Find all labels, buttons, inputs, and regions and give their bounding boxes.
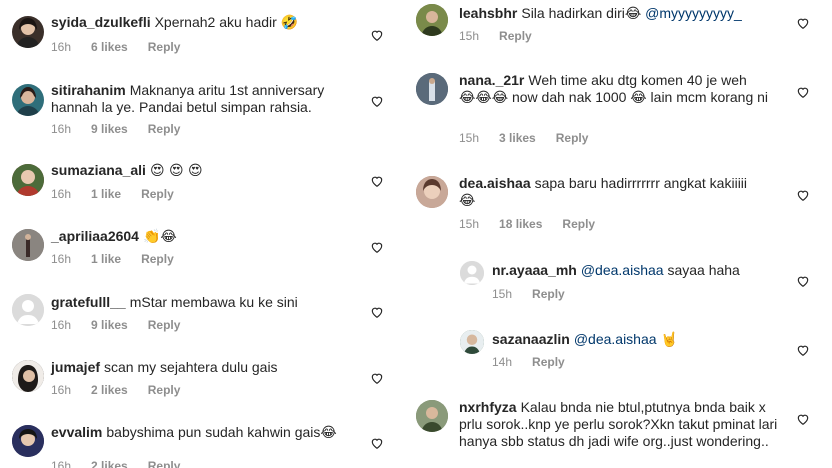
emoji: 🤘 <box>660 332 678 348</box>
timestamp: 16h <box>51 383 72 397</box>
likes-count[interactable]: 1 like <box>91 252 121 266</box>
username[interactable]: nana._21r <box>459 72 524 88</box>
username[interactable]: sumaziana_ali <box>51 162 146 178</box>
comment-text: Weh time aku dtg komen 40 je weh <box>528 72 747 88</box>
emoji: 😂 <box>630 90 647 106</box>
mention-link[interactable]: @dea.aishaa <box>574 331 657 347</box>
reply-button[interactable]: Reply <box>499 29 532 43</box>
avatar[interactable] <box>460 261 484 285</box>
comments-column-left: syida_dzulkefli Xpernah2 aku hadir 🤣 16h 6… <box>0 0 416 468</box>
emoji: 🤣 <box>280 15 299 31</box>
avatar[interactable] <box>12 84 44 116</box>
timestamp: 15h <box>459 217 480 231</box>
heart-icon[interactable] <box>370 240 384 254</box>
username[interactable]: leahsbhr <box>459 5 517 21</box>
heart-icon[interactable] <box>370 28 384 42</box>
likes-count[interactable]: 3 likes <box>499 131 536 145</box>
heart-icon[interactable] <box>370 94 384 108</box>
timestamp: 16h <box>51 252 72 266</box>
avatar[interactable] <box>12 294 44 326</box>
heart-icon[interactable] <box>370 174 384 188</box>
heart-icon[interactable] <box>370 371 384 385</box>
comment-text: babyshima pun sudah kahwin gais <box>106 424 321 440</box>
heart-icon[interactable] <box>370 305 384 319</box>
avatar[interactable] <box>416 73 448 105</box>
comment-text: scan my sejahtera dulu gais <box>104 359 278 375</box>
timestamp: 15h <box>492 287 513 301</box>
heart-icon[interactable] <box>796 412 810 426</box>
reply-button[interactable]: Reply <box>148 318 181 332</box>
timestamp: 15h <box>459 29 480 43</box>
reply-button[interactable]: Reply <box>148 459 181 468</box>
likes-count[interactable]: 1 like <box>91 187 121 201</box>
reply-button[interactable]: Reply <box>141 187 174 201</box>
comment-text: mStar membawa ku ke sini <box>129 294 298 310</box>
comment-text: sayaa haha <box>667 262 740 278</box>
emoji: 👏😂 <box>142 229 177 245</box>
likes-count[interactable]: 18 likes <box>499 217 542 231</box>
avatar[interactable] <box>12 360 44 392</box>
reply-button[interactable]: Reply <box>532 287 565 301</box>
heart-icon[interactable] <box>370 436 384 450</box>
avatar[interactable] <box>12 229 44 261</box>
username[interactable]: syida_dzulkefli <box>51 14 151 30</box>
likes-count[interactable]: 9 likes <box>91 122 128 136</box>
avatar[interactable] <box>460 330 484 354</box>
emoji: 😂😂😂 <box>459 90 509 106</box>
likes-count[interactable]: 6 likes <box>91 40 128 54</box>
username[interactable]: nxrhfyza <box>459 399 517 415</box>
reply-button[interactable]: Reply <box>556 131 589 145</box>
emoji: 😂 <box>459 193 476 209</box>
reply-button[interactable]: Reply <box>562 217 595 231</box>
comment-text: Xpernah2 aku hadir <box>154 14 277 30</box>
likes-count[interactable]: 2 likes <box>91 383 128 397</box>
username[interactable]: sazanaazlin <box>492 331 570 347</box>
comment-text: lain mcm korang ni <box>650 89 769 105</box>
reply-button[interactable]: Reply <box>532 355 565 369</box>
likes-count[interactable]: 2 likes <box>91 459 128 468</box>
reply-button[interactable]: Reply <box>148 122 181 136</box>
heart-icon[interactable] <box>796 274 810 288</box>
avatar[interactable] <box>416 400 448 432</box>
emoji: 😂 <box>624 6 642 22</box>
timestamp: 16h <box>51 318 72 332</box>
avatar[interactable] <box>12 16 44 48</box>
timestamp: 16h <box>51 40 72 54</box>
heart-icon[interactable] <box>796 343 810 357</box>
username[interactable]: nr.ayaaa_mh <box>492 262 577 278</box>
comments-column-right: leahsbhr Sila hadirkan diri😂 @myyyyyyyyy_… <box>416 0 832 468</box>
timestamp: 16h <box>51 459 72 468</box>
likes-count[interactable]: 9 likes <box>91 318 128 332</box>
username[interactable]: evvalim <box>51 424 102 440</box>
reply-button[interactable]: Reply <box>141 252 174 266</box>
avatar[interactable] <box>416 4 448 36</box>
avatar[interactable] <box>12 164 44 196</box>
username[interactable]: sitirahanim <box>51 82 126 98</box>
mention-link[interactable]: @dea.aishaa <box>581 262 664 278</box>
timestamp: 16h <box>51 187 72 201</box>
avatar[interactable] <box>12 425 44 457</box>
username[interactable]: gratefulll__ <box>51 294 126 310</box>
heart-icon[interactable] <box>796 16 810 30</box>
timestamp: 16h <box>51 122 72 136</box>
username[interactable]: jumajef <box>51 359 100 375</box>
mention-link[interactable]: @myyyyyyyyy_ <box>645 5 742 21</box>
emoji: 😍 😍 😍 <box>149 163 203 179</box>
heart-icon[interactable] <box>796 188 810 202</box>
avatar[interactable] <box>416 176 448 208</box>
timestamp: 14h <box>492 355 513 369</box>
username[interactable]: dea.aishaa <box>459 175 531 191</box>
reply-button[interactable]: Reply <box>148 40 181 54</box>
heart-icon[interactable] <box>796 85 810 99</box>
emoji: 😂 <box>320 425 337 441</box>
comment-text: sapa baru hadirrrrrrr angkat kakiiiii <box>534 175 748 191</box>
comment-text: Sila hadirkan diri <box>521 5 625 21</box>
username[interactable]: _apriliaa2604 <box>51 228 139 244</box>
timestamp: 15h <box>459 131 480 145</box>
reply-button[interactable]: Reply <box>148 383 181 397</box>
comment-text: now dah nak 1000 <box>511 89 627 105</box>
